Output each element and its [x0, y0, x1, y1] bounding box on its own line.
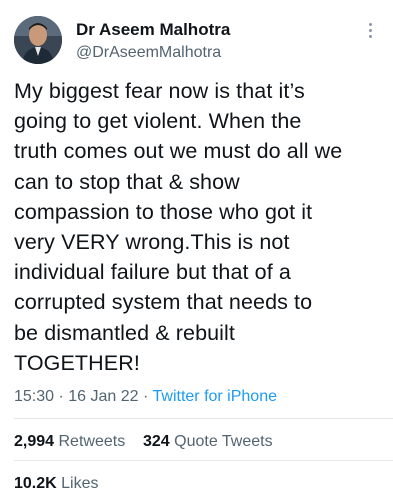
likes-stat[interactable]: 10.2K Likes — [14, 475, 99, 493]
quote-tweets-stat[interactable]: 324 Quote Tweets — [143, 433, 273, 450]
tweet-date[interactable]: 16 Jan 22 — [68, 388, 138, 405]
author-name[interactable]: Dr Aseem Malhotra — [76, 20, 230, 40]
retweets-label: Retweets — [58, 433, 126, 450]
divider — [14, 460, 393, 461]
likes-label: Likes — [61, 475, 99, 492]
author-handle[interactable]: @DrAseemMalhotra — [76, 44, 221, 62]
more-vertical-icon[interactable] — [361, 20, 379, 40]
tweet-text: My biggest fear now is that it’s going t… — [14, 79, 343, 375]
likes-count: 10.2K — [14, 475, 57, 492]
retweets-stat[interactable]: 2,994 Retweets — [14, 433, 125, 450]
tweet-meta: 15:30 · 16 Jan 22 · Twitter for iPhone — [14, 388, 277, 406]
quote-tweets-label: Quote Tweets — [174, 433, 273, 450]
meta-separator: · — [143, 388, 153, 405]
meta-separator: · — [58, 388, 69, 405]
retweets-count: 2,994 — [14, 433, 55, 450]
tweet-card: Dr Aseem Malhotra @DrAseemMalhotra My bi… — [0, 0, 393, 500]
quote-tweets-count: 324 — [142, 433, 170, 450]
avatar-image — [14, 16, 62, 64]
engagement-stats: 2,994 Retweets 324 Quote Tweets — [14, 433, 273, 451]
avatar[interactable] — [14, 16, 62, 64]
tweet-source[interactable]: Twitter for iPhone — [153, 388, 278, 405]
divider — [14, 418, 393, 419]
tweet-time[interactable]: 15:30 — [14, 388, 54, 405]
